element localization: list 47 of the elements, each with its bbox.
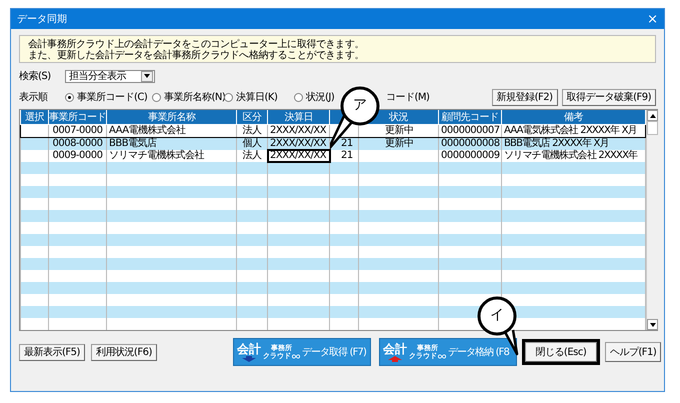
down-arrow-icon bbox=[242, 356, 256, 362]
column-header[interactable]: 事業所名称 bbox=[106, 110, 236, 124]
radio-label[interactable]: 決算日(K) bbox=[236, 90, 278, 104]
scroll-up-icon[interactable] bbox=[650, 114, 656, 118]
radio-label[interactable]: コード(M) bbox=[386, 90, 430, 104]
window-title: データ同期 bbox=[17, 12, 67, 26]
table-cell: 2XXX/XX/XX bbox=[268, 150, 330, 162]
radio-button[interactable] bbox=[224, 92, 233, 102]
infinity-icon bbox=[438, 354, 446, 358]
close-icon[interactable]: × bbox=[647, 12, 658, 26]
column-header[interactable]: 顧問先コード bbox=[438, 110, 502, 124]
table-cell: BBB電気店 bbox=[106, 138, 236, 150]
action-button[interactable]: 利用状況(F6) bbox=[90, 344, 157, 360]
table-row[interactable]: 0008-0000 BBB電気店 個人 2XXX/XX/XX 21 更新中 0000000008 BBB電気店 2XXXX年 X月 bbox=[20, 138, 646, 150]
table-cell: BBB電気店 2XXXX年 X月 bbox=[502, 138, 646, 150]
table-cell: 更新中 bbox=[358, 138, 438, 150]
scroll-thumb[interactable] bbox=[647, 121, 658, 135]
sort-label: 表示順 bbox=[19, 90, 49, 104]
column-header[interactable]: 備考 bbox=[502, 110, 646, 124]
radio-label[interactable]: 事業所コード(C) bbox=[77, 90, 148, 104]
toolbar-button[interactable]: 新規登録(F2) bbox=[492, 88, 558, 106]
info-text: 会計事務所クラウド上の会計データをこのコンピューター上に取得できます。 bbox=[28, 39, 366, 50]
search-dropdown[interactable]: 担当分全表示 bbox=[65, 70, 155, 82]
column-header[interactable]: 区分 bbox=[236, 110, 268, 124]
radio-label[interactable]: 状況(J) bbox=[306, 90, 334, 104]
toolbar-button[interactable]: 取得データ破棄(F9) bbox=[562, 88, 656, 106]
table-cell: 0008-0000 bbox=[48, 138, 106, 150]
column-header[interactable]: 事業所コード bbox=[48, 110, 106, 124]
scroll-down-icon[interactable] bbox=[650, 322, 656, 326]
radio-button[interactable] bbox=[152, 92, 161, 102]
column-header[interactable]: 選択 bbox=[20, 110, 48, 124]
callout-label: イ bbox=[489, 306, 505, 324]
info-text: また、更新した会計データを会計事務所クラウドへ格納することができます。 bbox=[28, 50, 366, 61]
table-cell: 0000000008 bbox=[438, 138, 502, 150]
infinity-icon bbox=[292, 354, 300, 358]
radio-button[interactable] bbox=[65, 92, 74, 102]
table-cell bbox=[20, 138, 48, 150]
close-button[interactable]: 閉じる(Esc) bbox=[524, 342, 597, 362]
search-label: 検索(S) bbox=[19, 70, 52, 83]
help-button[interactable]: ヘルプ(F1) bbox=[604, 342, 662, 362]
radio-label[interactable]: 事業所名称(N) bbox=[164, 90, 226, 104]
scrollbar[interactable] bbox=[646, 110, 658, 330]
up-arrow-icon bbox=[388, 356, 402, 362]
column-header[interactable]: 決算日 bbox=[268, 110, 330, 124]
action-button[interactable]: 最新表示(F5) bbox=[19, 344, 85, 360]
dropdown-arrow-icon bbox=[144, 74, 150, 78]
radio-button[interactable] bbox=[294, 92, 303, 102]
